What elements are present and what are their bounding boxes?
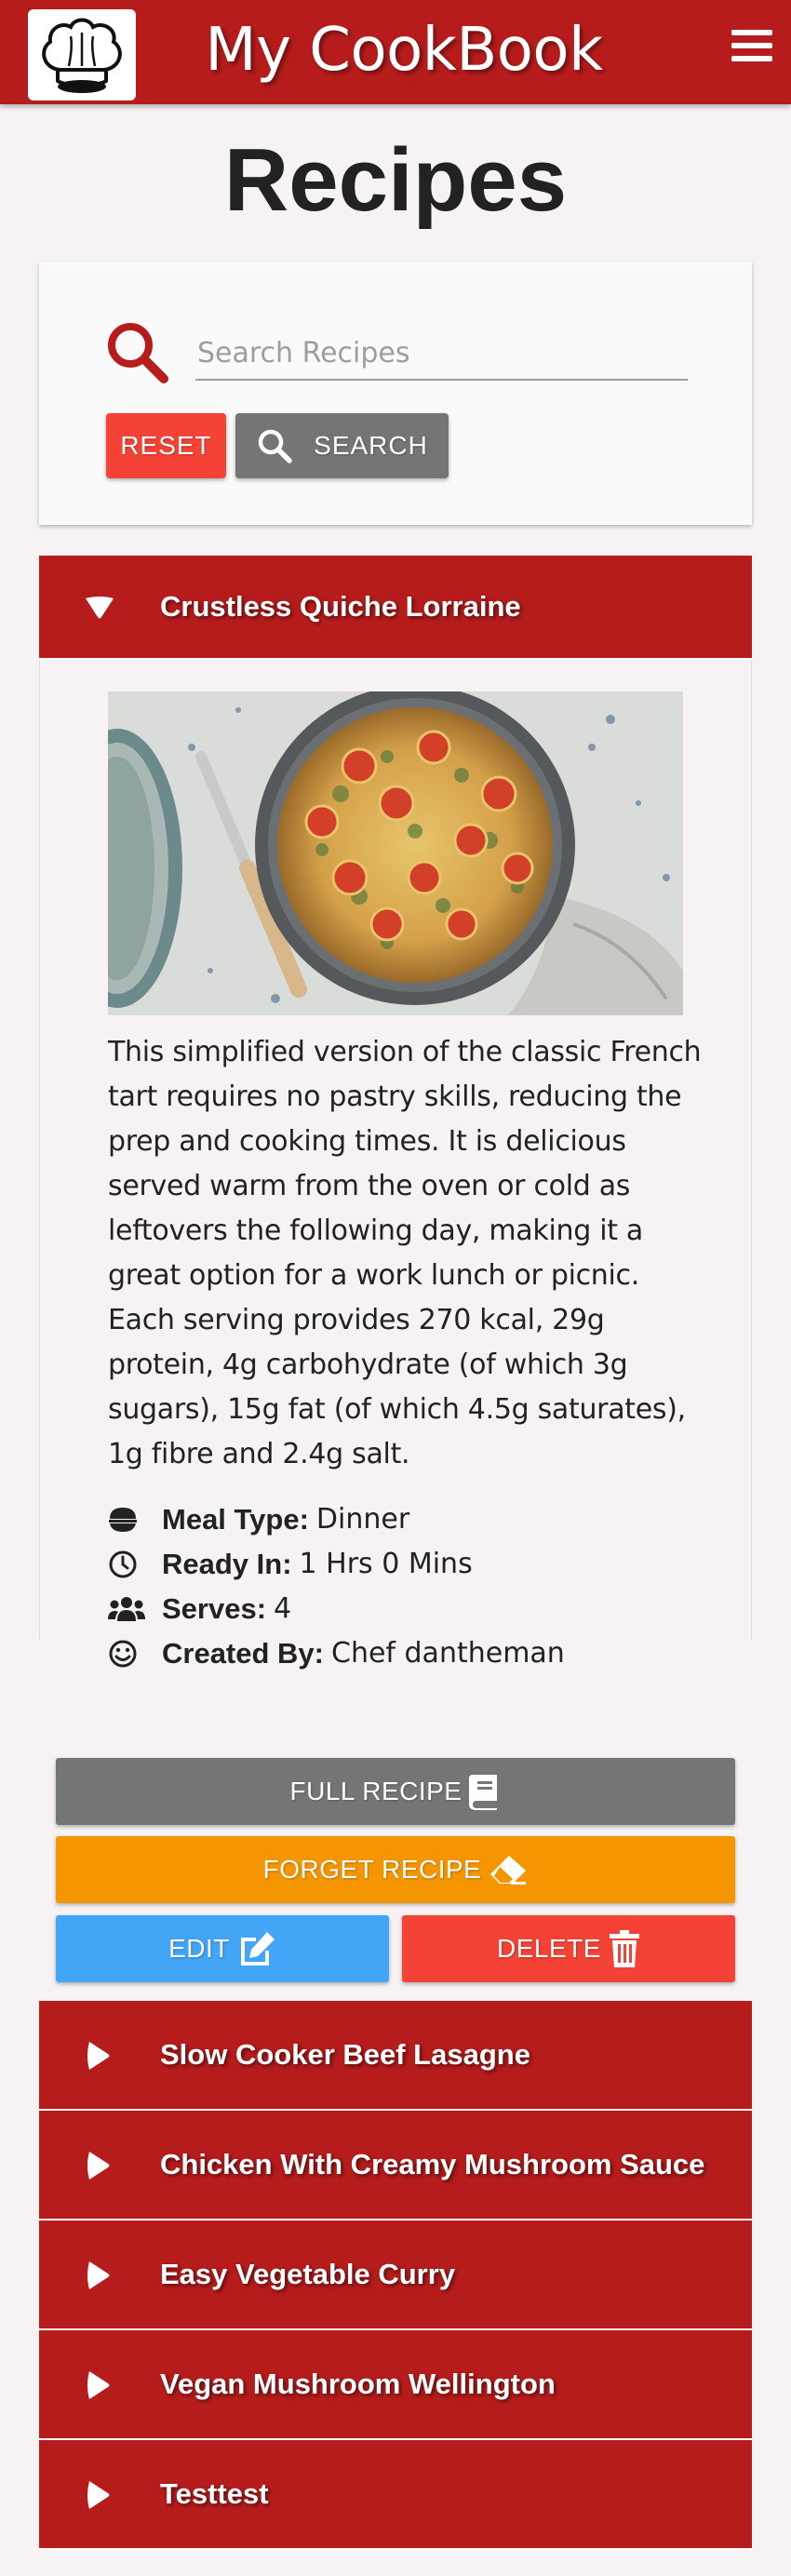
created-by-row: Created By: Chef dantheman	[108, 1631, 704, 1676]
caret-right-icon	[87, 2152, 110, 2180]
search-button[interactable]: Search	[235, 413, 449, 478]
recipe-title: Vegan Mushroom Wellington	[160, 2368, 556, 2400]
reset-button-label: Reset	[120, 431, 212, 460]
brand-text: My CookBook	[205, 16, 603, 85]
caret-down-icon	[86, 597, 114, 619]
ready-in-row: Ready In: 1 Hrs 0 Mins	[108, 1542, 704, 1587]
full-recipe-button[interactable]: Full Recipe	[56, 1758, 735, 1825]
edit-button[interactable]: Edit	[56, 1915, 389, 1982]
smile-icon	[109, 1640, 137, 1668]
serves-label: Serves:	[162, 1592, 267, 1625]
serves-row: Serves: 4	[108, 1587, 704, 1631]
book-icon	[469, 1775, 498, 1810]
caret-right-icon	[87, 2371, 110, 2399]
delete-label: Delete	[497, 1934, 601, 1963]
recipe-header[interactable]: Slow Cooker Beef Lasagne	[39, 2001, 752, 2111]
recipe-header[interactable]: Easy Vegetable Curry	[39, 2220, 752, 2330]
recipe-header-expanded[interactable]: Crustless Quiche Lorraine	[39, 556, 752, 660]
ready-in-value: 1 Hrs 0 Mins	[299, 1548, 473, 1580]
recipe-title: Slow Cooker Beef Lasagne	[160, 2038, 530, 2071]
edit-label: Edit	[168, 1934, 230, 1963]
hamburger-menu-icon[interactable]	[731, 30, 772, 67]
trash-icon	[609, 1930, 639, 1967]
recipe-body: This simplified version of the classic F…	[39, 660, 752, 1670]
search-icon	[108, 323, 168, 383]
eraser-icon	[490, 1856, 527, 1885]
recipe-title: Chicken With Creamy Mushroom Sauce	[160, 2148, 705, 2180]
brand-title[interactable]: My CookBook	[0, 13, 791, 87]
forget-recipe-label: Forget Recipe	[262, 1855, 482, 1884]
recipe-title: Crustless Quiche Lorraine	[160, 590, 521, 623]
recipe-header[interactable]: Testtest	[39, 2440, 752, 2550]
search-icon	[258, 429, 292, 463]
ready-in-label: Ready In:	[162, 1548, 292, 1580]
edit-icon	[240, 1932, 275, 1966]
meal-type-label: Meal Type:	[162, 1503, 309, 1536]
serves-value: 4	[274, 1592, 292, 1625]
recipe-list: Slow Cooker Beef Lasagne Chicken With Cr…	[39, 2001, 752, 2550]
recipe-description: This simplified version of the classic F…	[108, 1036, 702, 1470]
created-by-label: Created By:	[162, 1637, 324, 1670]
full-recipe-label: Full Recipe	[289, 1777, 463, 1805]
recipe-image	[108, 691, 683, 1015]
search-input[interactable]	[195, 327, 688, 381]
users-icon	[108, 1597, 145, 1621]
recipe-accordion: Crustless Quiche Lorraine This simplifie…	[39, 556, 752, 2550]
recipe-title: Testtest	[160, 2477, 269, 2510]
navbar: My CookBook	[0, 0, 791, 104]
recipe-meta: Meal Type: Dinner Ready In: 1 Hrs 0 Mins	[108, 1497, 704, 1676]
bowl-icon	[109, 1508, 137, 1532]
meal-type-row: Meal Type: Dinner	[108, 1497, 704, 1542]
reset-button[interactable]: Reset	[106, 413, 226, 478]
search-card: Reset Search	[39, 262, 752, 525]
recipe-title: Easy Vegetable Curry	[160, 2258, 456, 2290]
caret-right-icon	[87, 2481, 110, 2509]
forget-recipe-button[interactable]: Forget Recipe	[56, 1836, 735, 1903]
recipe-header[interactable]: Vegan Mushroom Wellington	[39, 2330, 752, 2440]
clock-icon	[109, 1550, 137, 1578]
search-button-label: Search	[314, 431, 428, 460]
caret-right-icon	[87, 2042, 110, 2070]
meal-type-value: Dinner	[315, 1503, 410, 1536]
page-title: Recipes	[223, 130, 568, 230]
caret-right-icon	[87, 2261, 110, 2289]
created-by-value: Chef dantheman	[331, 1637, 565, 1670]
recipe-header[interactable]: Chicken With Creamy Mushroom Sauce	[39, 2111, 752, 2220]
delete-button[interactable]: Delete	[402, 1915, 735, 1982]
